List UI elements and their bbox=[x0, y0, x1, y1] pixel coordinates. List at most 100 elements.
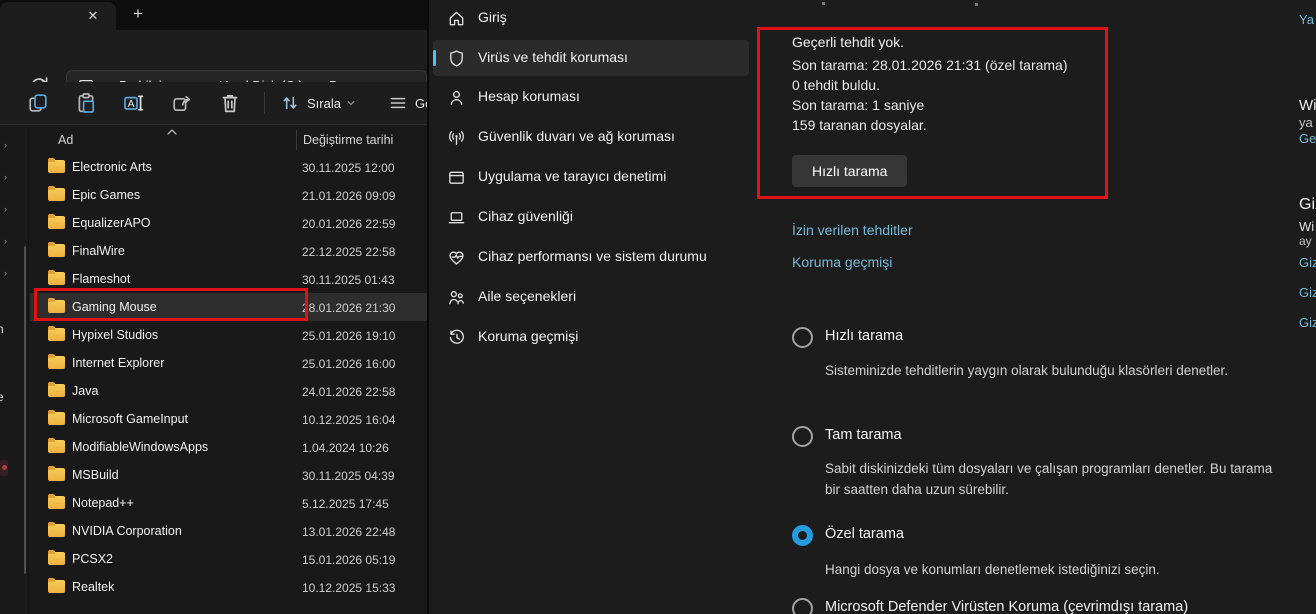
table-row[interactable]: NVIDIA Corporation 13.01.2026 22:48 bbox=[30, 517, 427, 545]
folder-name: Realtek bbox=[72, 580, 115, 594]
nav-badge-icon bbox=[0, 460, 8, 476]
nav-pane-sliver: › › › › › h e bbox=[0, 128, 29, 614]
custom-scan-radio[interactable] bbox=[792, 525, 813, 546]
right-rail-fragment-link[interactable]: Ge bbox=[1299, 131, 1316, 146]
sidebar-item-virus-threat-protection[interactable]: Virüs ve tehdit koruması bbox=[433, 40, 749, 76]
quick-scan-option-label[interactable]: Hızlı tarama bbox=[825, 328, 903, 344]
full-scan-radio[interactable] bbox=[792, 426, 813, 447]
folder-icon bbox=[48, 466, 65, 481]
right-rail-fragment-link[interactable]: Giz bbox=[1299, 285, 1316, 300]
folder-icon bbox=[48, 242, 65, 257]
heart-pulse-icon bbox=[447, 248, 466, 267]
tree-expand-icon[interactable]: › bbox=[4, 268, 14, 278]
quick-scan-radio[interactable] bbox=[792, 327, 813, 348]
table-row[interactable]: Realtek 10.12.2025 15:33 bbox=[30, 573, 427, 601]
sidebar-item-protection-history[interactable]: Koruma geçmişi bbox=[433, 319, 749, 355]
table-row[interactable]: FinalWire 22.12.2025 22:58 bbox=[30, 237, 427, 265]
table-row[interactable]: Electronic Arts 30.11.2025 12:00 bbox=[30, 153, 427, 181]
protection-history-link[interactable]: Koruma geçmişi bbox=[792, 254, 892, 270]
sidebar-item-account-protection[interactable]: Hesap koruması bbox=[433, 79, 749, 115]
new-tab-button[interactable]: + bbox=[128, 3, 148, 25]
custom-scan-option-desc: Hangi dosya ve konumları denetlemek iste… bbox=[825, 562, 1160, 577]
folder-name: Epic Games bbox=[72, 188, 141, 202]
column-header-name[interactable]: Ad bbox=[58, 133, 73, 147]
sidebar-item-family-options[interactable]: Aile seçenekleri bbox=[433, 279, 749, 315]
explorer-tab[interactable]: ✕ bbox=[0, 2, 116, 30]
folder-modified-date: 25.01.2026 19:10 bbox=[302, 329, 396, 343]
annotation-box-scan-status bbox=[757, 27, 1108, 199]
file-list: Electronic Arts 30.11.2025 12:00 Epic Ga… bbox=[30, 153, 427, 601]
right-rail-fragment-link[interactable]: Giz bbox=[1299, 255, 1316, 270]
folder-name: Microsoft GameInput bbox=[72, 412, 189, 426]
share-icon[interactable] bbox=[170, 91, 194, 115]
table-row[interactable]: Notepad++ 5.12.2025 17:45 bbox=[30, 489, 427, 517]
nav-item-fragment: e bbox=[0, 390, 4, 404]
tree-expand-icon[interactable]: › bbox=[4, 204, 14, 214]
table-row[interactable]: ModifiableWindowsApps 1.04.2024 10:26 bbox=[30, 433, 427, 461]
table-row[interactable]: Java 24.01.2026 22:58 bbox=[30, 377, 427, 405]
laptop-icon bbox=[447, 208, 466, 227]
tree-expand-icon[interactable]: › bbox=[4, 172, 14, 182]
sidebar-item-label: Güvenlik duvarı ve ağ koruması bbox=[478, 128, 675, 144]
folder-modified-date: 24.01.2026 22:58 bbox=[302, 385, 396, 399]
sort-menu[interactable]: Sırala bbox=[279, 92, 357, 114]
explorer-address-row: Bu bilgisayar Yerel Disk (C:) Progra bbox=[0, 30, 427, 101]
delete-icon[interactable] bbox=[218, 91, 242, 115]
defender-offline-scan-radio[interactable] bbox=[792, 598, 813, 614]
sidebar-item-app-browser-control[interactable]: Uygulama ve tarayıcı denetimi bbox=[433, 159, 749, 195]
column-divider[interactable] bbox=[296, 130, 297, 150]
rename-icon[interactable]: A bbox=[122, 91, 146, 115]
folder-modified-date: 10.12.2025 16:04 bbox=[302, 413, 396, 427]
quick-scan-option-desc: Sisteminizde tehditlerin yaygın olarak b… bbox=[825, 363, 1228, 378]
sidebar-item-device-performance[interactable]: Cihaz performansı ve sistem durumu bbox=[433, 239, 749, 275]
network-icon bbox=[447, 128, 466, 147]
folder-name: Internet Explorer bbox=[72, 356, 165, 370]
sidebar-item-home[interactable]: Giriş bbox=[433, 0, 749, 36]
view-menu[interactable]: Görünü bbox=[387, 92, 427, 114]
tree-expand-icon[interactable]: › bbox=[4, 140, 14, 150]
table-row[interactable]: EqualizerAPO 20.01.2026 22:59 bbox=[30, 209, 427, 237]
chevron-down-icon bbox=[347, 101, 355, 105]
sidebar-item-device-security[interactable]: Cihaz güvenliği bbox=[433, 199, 749, 235]
nav-item-fragment: h bbox=[0, 322, 4, 336]
table-row[interactable]: Hypixel Studios 25.01.2026 19:10 bbox=[30, 321, 427, 349]
table-row[interactable]: Internet Explorer 25.01.2026 16:00 bbox=[30, 349, 427, 377]
folder-icon bbox=[48, 438, 65, 453]
paste-icon[interactable] bbox=[74, 91, 98, 115]
sidebar-item-firewall-network[interactable]: Güvenlik duvarı ve ağ koruması bbox=[433, 119, 749, 155]
table-row[interactable]: Microsoft GameInput 10.12.2025 16:04 bbox=[30, 405, 427, 433]
folder-name: Java bbox=[72, 384, 99, 398]
table-row[interactable]: PCSX2 15.01.2026 05:19 bbox=[30, 545, 427, 573]
defender-offline-scan-option-label[interactable]: Microsoft Defender Virüsten Koruma (çevr… bbox=[825, 599, 1188, 614]
selected-accent-bar bbox=[433, 50, 436, 66]
folder-name: NVIDIA Corporation bbox=[72, 524, 182, 538]
full-scan-option-label[interactable]: Tam tarama bbox=[825, 427, 902, 443]
allowed-threats-link[interactable]: İzin verilen tehditler bbox=[792, 222, 913, 238]
custom-scan-option-label[interactable]: Özel tarama bbox=[825, 526, 904, 542]
sidebar-item-label: Cihaz performansı ve sistem durumu bbox=[478, 248, 707, 264]
right-rail-fragment-link[interactable]: Giz bbox=[1299, 315, 1316, 330]
folder-modified-date: 28.01.2026 21:30 bbox=[302, 301, 396, 315]
column-header-modified[interactable]: Değiştirme tarihi bbox=[303, 133, 393, 147]
file-explorer-window: ✕ + Bu bilgisayar Yerel Disk (C:) Progra bbox=[0, 0, 427, 614]
folder-icon bbox=[48, 354, 65, 369]
family-icon bbox=[447, 288, 466, 307]
folder-name: Flameshot bbox=[72, 272, 131, 286]
folder-modified-date: 30.11.2025 12:00 bbox=[302, 161, 395, 175]
nav-scrollbar[interactable] bbox=[24, 246, 26, 574]
folder-modified-date: 30.11.2025 01:43 bbox=[302, 273, 395, 287]
folder-modified-date: 25.01.2026 16:00 bbox=[302, 357, 396, 371]
right-rail-fragment-text: Wi bbox=[1299, 219, 1315, 234]
copy-icon[interactable] bbox=[26, 91, 50, 115]
right-rail-fragment-heading: Giz bbox=[1299, 196, 1316, 213]
table-row[interactable]: Epic Games 21.01.2026 09:09 bbox=[30, 181, 427, 209]
right-rail-fragment-text: ay bbox=[1299, 234, 1312, 248]
tree-expand-icon[interactable]: › bbox=[4, 236, 14, 246]
folder-icon bbox=[48, 270, 65, 285]
folder-name: Hypixel Studios bbox=[72, 328, 159, 342]
right-rail-fragment-link[interactable]: Ya bbox=[1299, 12, 1314, 27]
close-tab-icon[interactable]: ✕ bbox=[84, 7, 102, 25]
table-row[interactable]: MSBuild 30.11.2025 04:39 bbox=[30, 461, 427, 489]
folder-modified-date: 5.12.2025 17:45 bbox=[302, 497, 389, 511]
folder-modified-date: 1.04.2024 10:26 bbox=[302, 441, 389, 455]
